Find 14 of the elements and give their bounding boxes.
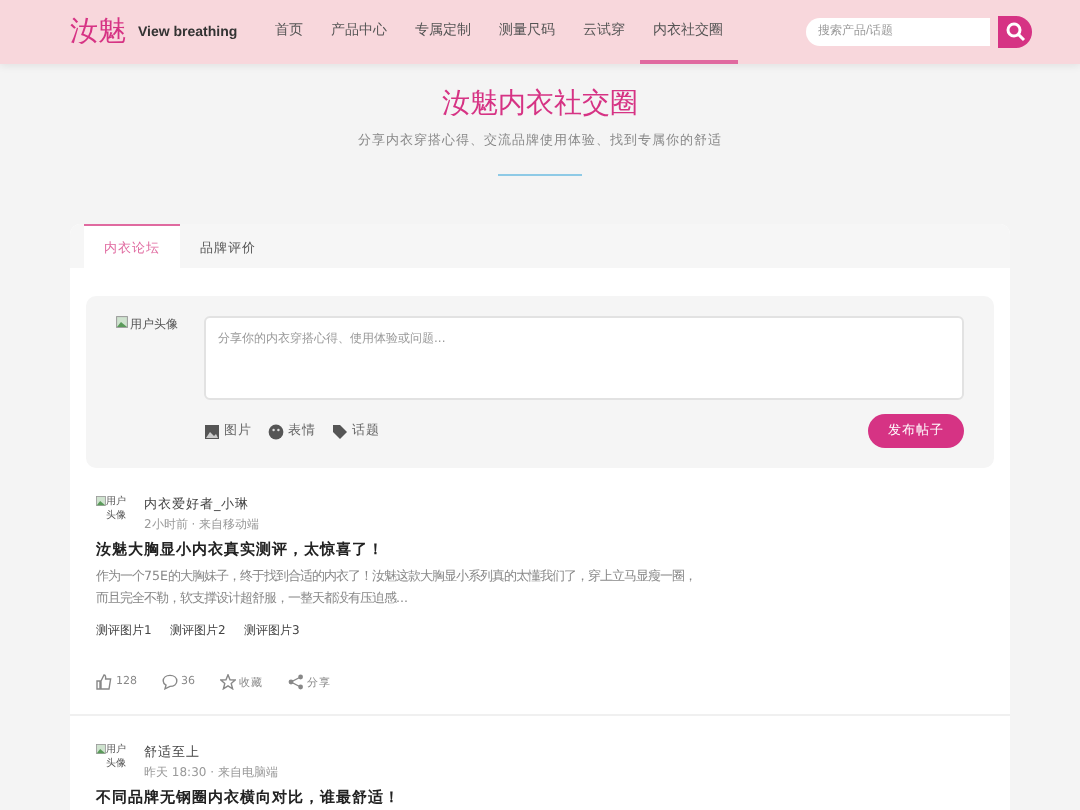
share-icon [287,674,303,691]
star-icon [219,674,235,691]
image-icon [204,423,220,439]
tag-icon [332,423,348,439]
broken-image-icon [116,316,128,328]
thumbs-up-icon [96,674,112,691]
broken-image-icon [96,496,106,506]
search-icon [1005,22,1025,42]
speech-bubble-icon [161,674,177,691]
logo[interactable]: 汝魅 [70,14,126,50]
broken-image-icon [96,744,106,755]
smiley-icon [268,423,284,439]
search-button[interactable] [998,16,1032,48]
page-title: 汝魅内衣社交圈 [440,86,640,122]
